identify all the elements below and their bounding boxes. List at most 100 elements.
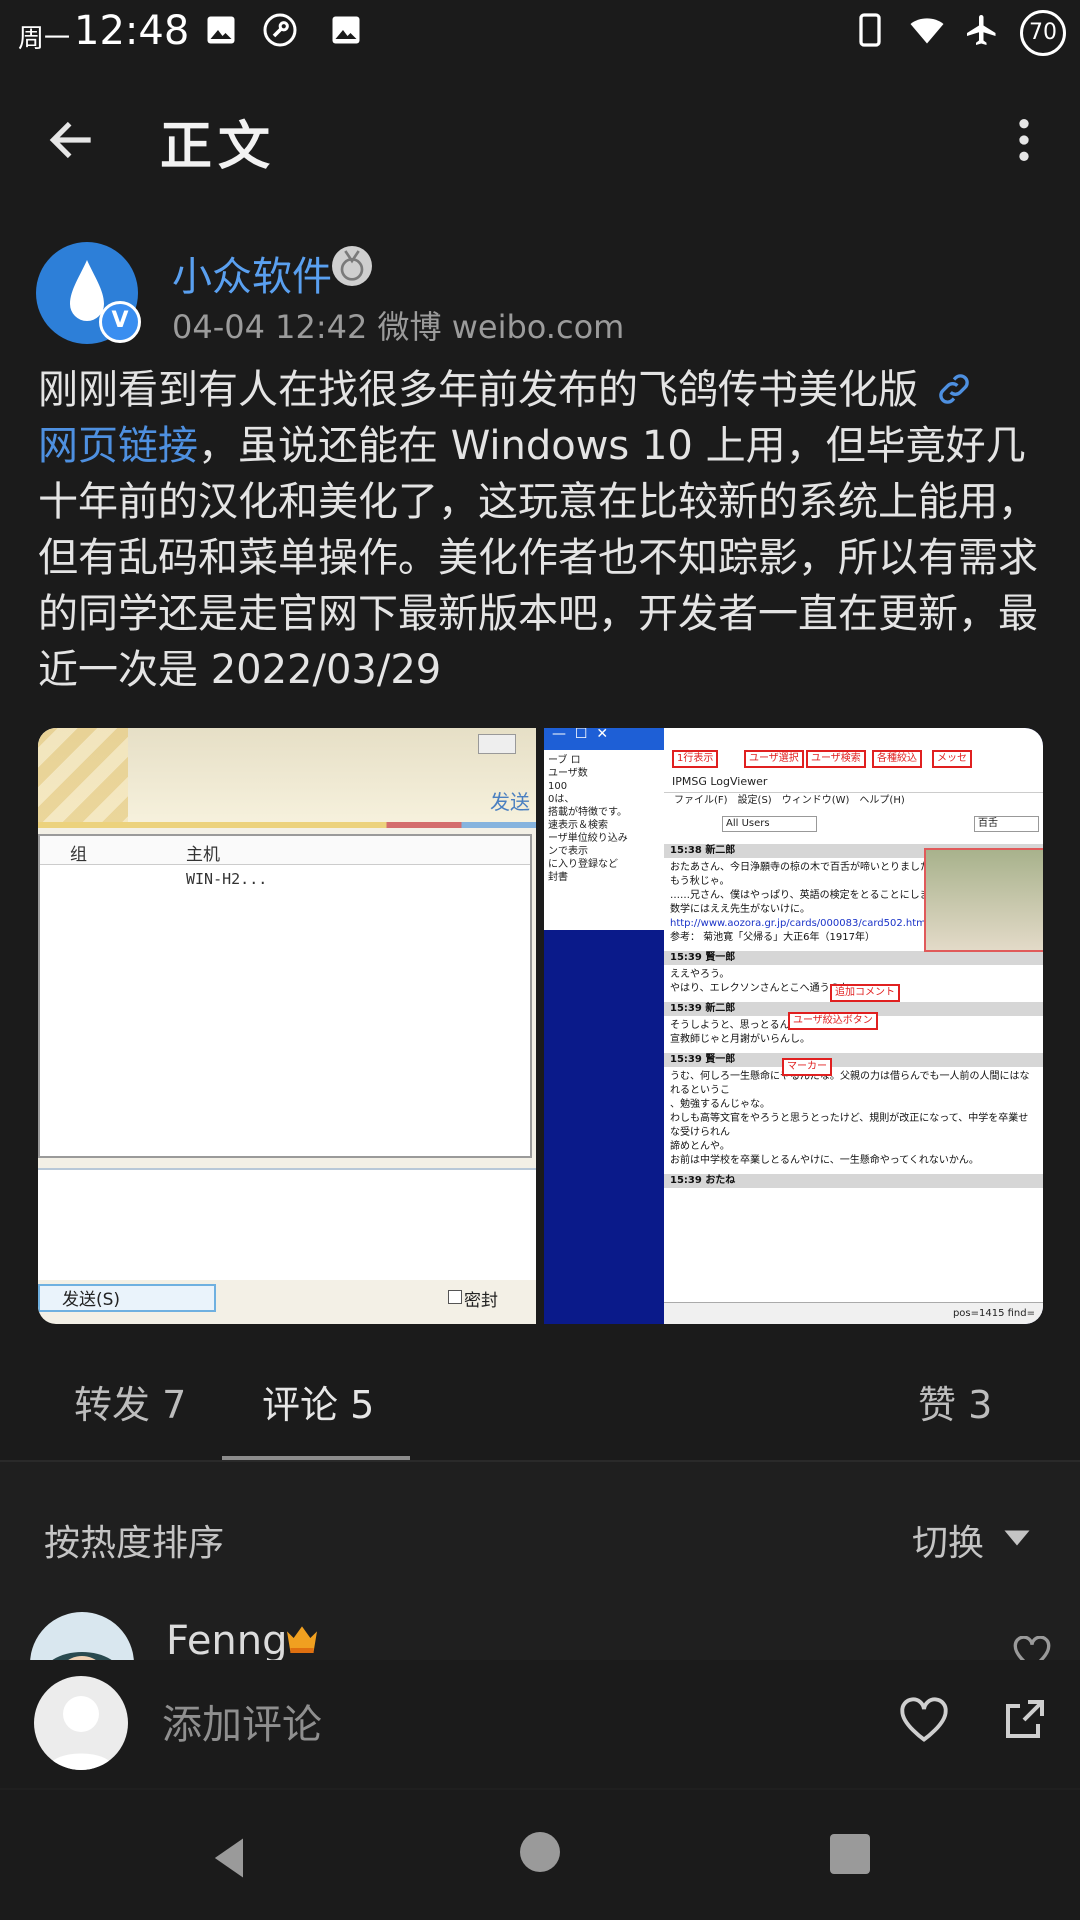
log-header-row: 15:39 賢一郎	[664, 951, 1043, 965]
image-icon	[207, 16, 235, 44]
sort-by-hot[interactable]: 按热度排序	[44, 1514, 224, 1566]
log-line: 諦めとんや。	[670, 1141, 730, 1152]
annotation-label: 追加コメント	[830, 984, 900, 1002]
post-image-1[interactable]: 发送 组 主机 WIN-H2... 发送(S) 密封	[38, 728, 536, 1324]
author-name[interactable]: 小众软件	[172, 244, 332, 302]
log-window-title: IPMSG LogViewer	[664, 772, 1043, 793]
log-line: ええやろう。	[670, 969, 730, 980]
list-header	[40, 836, 530, 865]
side-line: 搭載が特徴です。	[548, 807, 627, 818]
chevron-down-icon[interactable]	[1002, 1528, 1032, 1548]
annotation-label: 各種絞込	[872, 750, 922, 768]
crown-icon	[287, 1626, 317, 1653]
wifi-icon	[910, 18, 944, 44]
send-header: 发送	[490, 790, 530, 814]
log-line: うむ、何しろ一生懸命にやるんだな。父親の力は借らんでも一人前の人間にはなれるとい…	[670, 1071, 1030, 1096]
log-line: わしも高等文官をやろうと思うとったけど、規則が改正になって、中学を卒業せな受けら…	[670, 1113, 1029, 1138]
default-user-icon	[48, 1696, 114, 1770]
user-list-panel: ーブ ロユーザ数 100 0は、搭載が特徴です。 速表示＆検索ーザ単位絞り込み ンで表示…	[544, 750, 664, 930]
log-line: 宣教師じゃと月謝がいらんし。	[670, 1034, 810, 1045]
page-title: 正文	[160, 117, 277, 177]
tab-likes[interactable]: 赞 3	[918, 1374, 992, 1429]
log-header-row: 15:39 おたね	[664, 1174, 1043, 1188]
log-menu-item: ファイル(F)	[674, 795, 728, 806]
side-line: ンで表示	[548, 846, 588, 857]
post-image-grid: 发送 组 主机 WIN-H2... 发送(S) 密封 — ☐ ✕ ーブ ロユーザ…	[38, 728, 1043, 1324]
user-select: All Users	[722, 816, 817, 832]
heart-icon[interactable]	[898, 1696, 950, 1744]
col-host: 主机	[186, 845, 220, 865]
log-line: お前は中学校を卒業しとるんやけに、一生懸命やってくれないかん。	[670, 1155, 979, 1166]
status-bar: 周一 12:48 70	[0, 0, 1080, 64]
side-line: 0は、	[548, 794, 575, 805]
side-line: に入り登録など	[548, 859, 618, 870]
image-icon	[332, 16, 360, 44]
verified-badge: V	[99, 301, 141, 343]
post-body: 刚刚看到有人在找很多年前发布的飞鸽传书美化版 网页链接，虽说还能在 Window…	[38, 362, 1048, 698]
annotation-label: ユーザ検索	[806, 750, 866, 768]
side-line: 100	[548, 781, 568, 792]
annotation-label: 1行表示	[672, 750, 719, 768]
status-day: 周一	[18, 24, 71, 54]
seal-label: 密封	[464, 1291, 498, 1311]
log-menu-item: ヘルプ(H)	[859, 795, 905, 806]
system-nav-bar	[0, 1790, 1080, 1920]
annotation-label: ユーザ選択	[744, 750, 804, 768]
tab-repost[interactable]: 转发 7	[74, 1374, 186, 1429]
side-line: ーブ ロ	[548, 755, 581, 766]
user-list: 组 主机 WIN-H2...	[38, 834, 532, 1158]
add-comment-input[interactable]: 添加评论	[162, 1692, 322, 1750]
log-menu-items: ファイル(F) 設定(S) ウィンドウ(W) ヘルプ(H)	[664, 795, 905, 806]
envelope-decoration	[38, 728, 128, 828]
more-vertical-icon[interactable]	[996, 112, 1052, 168]
side-line: ユーザ数	[548, 768, 588, 779]
battery-indicator: 70	[1020, 10, 1066, 56]
comment-composer: 添加评论	[0, 1660, 1080, 1788]
switch-sort-button[interactable]: 切换	[912, 1514, 984, 1566]
bird-photo	[924, 848, 1043, 952]
post-image-2[interactable]: — ☐ ✕ ーブ ロユーザ数 100 0は、搭載が特徴です。 速表示＆検索ーザ単位絞り…	[544, 728, 1043, 1324]
search-box: 百舌	[974, 816, 1039, 832]
arrow-left-icon[interactable]	[44, 112, 100, 168]
side-line: 封書	[548, 872, 568, 883]
nav-back-icon[interactable]	[204, 1832, 256, 1884]
nav-home-icon[interactable]	[520, 1832, 560, 1872]
link-icon	[939, 374, 969, 404]
nav-recents-icon[interactable]	[830, 1834, 870, 1874]
phone-icon	[859, 13, 881, 47]
medal-icon	[332, 246, 372, 286]
annotation-label: マーカー	[782, 1058, 832, 1076]
tab-comments[interactable]: 评论 5	[262, 1374, 374, 1429]
post-text-line1: 刚刚看到有人在找很多年前发布的飞鸽传书美化版	[38, 367, 918, 413]
status-time: 12:48	[74, 8, 190, 54]
wrench-icon	[263, 13, 297, 47]
web-link[interactable]: 网页链接	[38, 423, 198, 469]
tab-bar: 转发 7 评论 5 赞 3	[0, 1348, 1080, 1462]
send-button: 发送(S)	[38, 1284, 216, 1312]
log-line: 、勉強するんじゃな。	[670, 1099, 770, 1110]
col-group: 组	[70, 845, 87, 865]
header-stripe	[38, 822, 536, 828]
host-value: WIN-H2...	[186, 870, 268, 888]
side-text: ーブ ロユーザ数 100 0は、搭載が特徴です。 速表示＆検索ーザ単位絞り込み ンで表示…	[544, 750, 664, 888]
minimize-button	[478, 734, 516, 754]
annotation-label: メッセ	[932, 750, 972, 768]
my-avatar[interactable]	[34, 1676, 128, 1770]
top-app-bar: 正文	[0, 78, 1080, 198]
seal-checkbox	[448, 1290, 462, 1304]
share-icon[interactable]	[1000, 1696, 1048, 1744]
side-line: 速表示＆検索	[548, 820, 608, 831]
titlebar-controls: — ☐ ✕	[552, 728, 609, 742]
log-statusbar: pos=1415 find=	[664, 1302, 1043, 1324]
side-line: ーザ単位絞り込み	[548, 833, 628, 844]
log-menu-item: 設定(S)	[737, 795, 772, 806]
post-meta: 04-04 12:42 微博 weibo.com	[172, 308, 625, 346]
tab-active-indicator	[222, 1456, 410, 1460]
log-menu-item: ウィンドウ(W)	[781, 795, 850, 806]
comment-username[interactable]: Fenng	[166, 1618, 288, 1664]
log-header-row: 15:39 賢一郎	[664, 1053, 1043, 1067]
message-area	[38, 1168, 536, 1280]
small-window-titlebar: — ☐ ✕	[544, 728, 664, 750]
airplane-icon	[967, 15, 996, 45]
annotation-label: ユーザ絞込ボタン	[788, 1012, 878, 1030]
